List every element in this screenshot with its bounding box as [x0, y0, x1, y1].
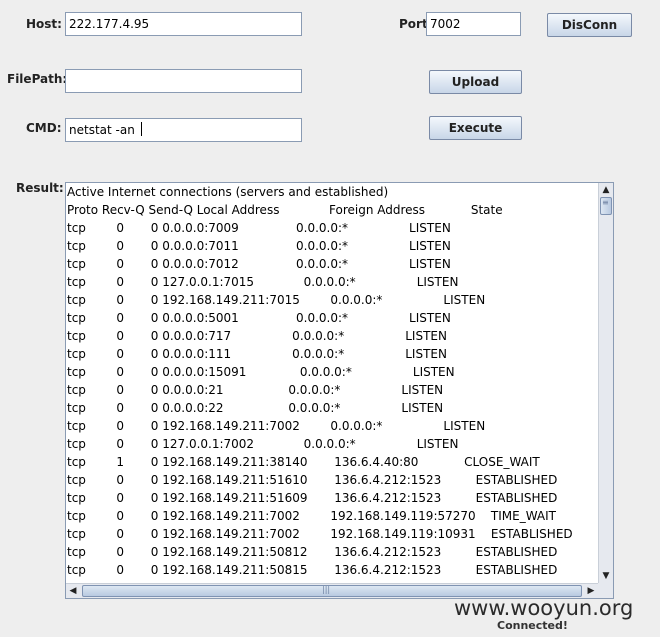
execute-button[interactable]: Execute	[429, 116, 522, 140]
text-caret	[140, 122, 142, 136]
filepath-label: FilePath:	[7, 72, 68, 86]
result-line: tcp 0 0 192.168.149.211:7002 0.0.0.0:* L…	[67, 419, 486, 433]
result-line: tcp 0 0 192.168.149.211:50815 136.6.4.21…	[67, 563, 558, 577]
result-line: tcp 1 0 192.168.149.211:38140 136.6.4.40…	[67, 455, 540, 469]
result-line: tcp 0 0 192.168.149.211:7002 192.168.149…	[67, 527, 573, 541]
result-line: tcp 0 0 0.0.0.0:21 0.0.0.0:* LISTEN	[67, 383, 444, 397]
result-label: Result:	[16, 181, 64, 195]
filepath-input[interactable]	[65, 69, 302, 93]
status-text: Connected!	[497, 619, 568, 632]
result-line: Active Internet connections (servers and…	[67, 185, 389, 199]
result-line: tcp 0 0 192.168.149.211:50812 136.6.4.21…	[67, 545, 558, 559]
scroll-left-arrow-icon[interactable]: ◀	[66, 584, 80, 598]
result-line: tcp 0 0 192.168.149.211:7015 0.0.0.0:* L…	[67, 293, 486, 307]
result-line: tcp 0 0 0.0.0.0:15091 0.0.0.0:* LISTEN	[67, 365, 455, 379]
result-line: tcp 0 0 192.168.149.211:7002 192.168.149…	[67, 509, 557, 523]
port-input[interactable]: 7002	[426, 12, 521, 36]
result-line: tcp 0 0 127.0.0.1:7002 0.0.0.0:* LISTEN	[67, 437, 459, 451]
grip-icon: ≡	[602, 198, 609, 207]
cmd-label: CMD:	[26, 121, 62, 135]
host-label: Host:	[26, 17, 62, 31]
result-line: tcp 0 0 0.0.0.0:7012 0.0.0.0:* LISTEN	[67, 257, 451, 271]
vertical-scroll-thumb[interactable]: ≡	[600, 197, 612, 215]
cmd-input[interactable]: netstat -an	[65, 118, 302, 142]
watermark: www.wooyun.org	[454, 596, 634, 620]
grip-icon: |||	[322, 585, 331, 594]
result-line: tcp 0 0 0.0.0.0:111 0.0.0.0:* LISTEN	[67, 347, 447, 361]
scroll-up-arrow-icon[interactable]: ▲	[599, 183, 613, 197]
result-line: tcp 0 0 0.0.0.0:7011 0.0.0.0:* LISTEN	[67, 239, 451, 253]
result-line: tcp 0 0 0.0.0.0:5001 0.0.0.0:* LISTEN	[67, 311, 451, 325]
result-line: tcp 0 0 192.168.149.211:51609 136.6.4.21…	[67, 491, 558, 505]
result-line: Proto Recv-Q Send-Q Local Address Foreig…	[67, 203, 503, 217]
vertical-scrollbar[interactable]: ▲ ≡ ▼	[598, 183, 613, 583]
upload-button[interactable]: Upload	[429, 70, 522, 94]
result-line: tcp 0 0 127.0.0.1:7015 0.0.0.0:* LISTEN	[67, 275, 459, 289]
result-textarea[interactable]: Active Internet connections (servers and…	[65, 182, 614, 599]
scroll-down-arrow-icon[interactable]: ▼	[599, 569, 613, 583]
disconnect-button[interactable]: DisConn	[547, 13, 632, 37]
result-text[interactable]: Active Internet connections (servers and…	[66, 183, 598, 583]
cmd-input-text: netstat -an	[69, 123, 139, 137]
result-line: tcp 0 0 192.168.149.211:51610 136.6.4.21…	[67, 473, 558, 487]
host-input[interactable]: 222.177.4.95	[65, 12, 302, 36]
result-line: tcp 0 0 0.0.0.0:7009 0.0.0.0:* LISTEN	[67, 221, 451, 235]
result-line: tcp 0 0 0.0.0.0:22 0.0.0.0:* LISTEN	[67, 401, 444, 415]
result-line: tcp 0 0 0.0.0.0:717 0.0.0.0:* LISTEN	[67, 329, 447, 343]
